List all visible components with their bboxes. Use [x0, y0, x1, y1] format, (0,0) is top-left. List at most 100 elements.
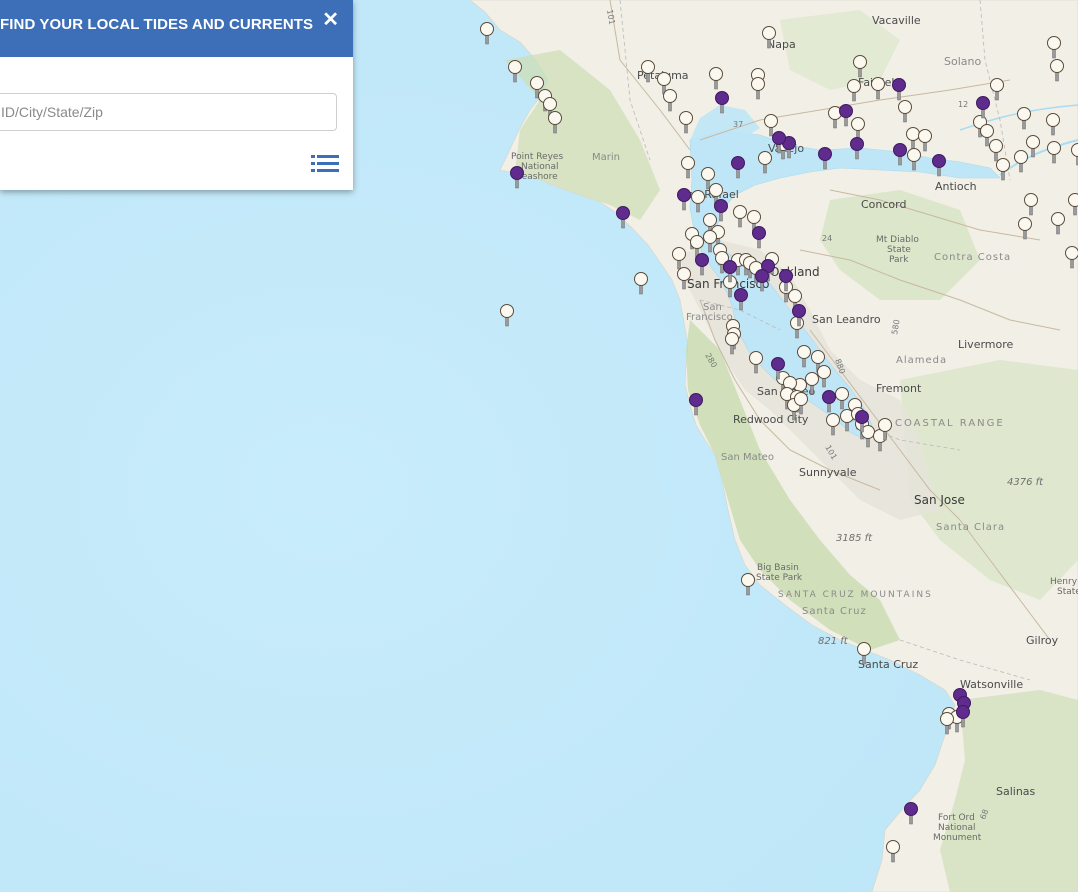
tide-station-marker-head: [709, 183, 723, 197]
list-icon-bullet: [311, 155, 315, 158]
current-station-marker-head: [731, 156, 745, 170]
tide-station-marker-head: [853, 55, 867, 69]
label-coastal-range: COASTAL RANGE: [895, 418, 1005, 429]
tide-station-marker-head: [1017, 107, 1031, 121]
tide-station-marker-head: [826, 413, 840, 427]
tide-station-marker-head: [543, 97, 557, 111]
tide-station-marker-head: [634, 272, 648, 286]
tide-station-marker-head: [677, 267, 691, 281]
tide-station-marker-head: [1014, 150, 1028, 164]
label-point-reyes-2: National: [521, 162, 559, 172]
current-station-marker-head: [734, 288, 748, 302]
tide-station-marker-head: [1051, 212, 1065, 226]
tide-station-marker-head: [657, 72, 671, 86]
search-input[interactable]: [0, 93, 337, 131]
current-station-marker-head: [779, 269, 793, 283]
tide-station-marker-head: [1047, 141, 1061, 155]
panel-title: FIND YOUR LOCAL TIDES AND CURRENTS: [0, 16, 314, 33]
label-henry-2: State: [1057, 587, 1078, 597]
label-alameda: Alameda: [896, 355, 947, 366]
label-santa-cruz-city: Santa Cruz: [858, 658, 918, 671]
current-station-marker-head: [850, 137, 864, 151]
tide-station-marker-head: [1046, 113, 1060, 127]
current-station-marker-head: [695, 253, 709, 267]
tide-station-marker-head: [508, 60, 522, 74]
tide-station-marker-head: [691, 190, 705, 204]
label-elev-821: 821 ft: [818, 636, 849, 647]
label-point-reyes-1: Point Reyes: [511, 152, 563, 162]
label-marin: Marin: [592, 152, 620, 163]
close-icon[interactable]: ✕: [322, 8, 339, 32]
label-gilroy: Gilroy: [1026, 634, 1059, 647]
tide-station-marker-head: [790, 316, 804, 330]
label-san-jose: San Jose: [914, 493, 965, 507]
list-icon-bullet: [311, 169, 315, 172]
current-station-marker-head: [771, 357, 785, 371]
label-sunnyvale: Sunnyvale: [799, 466, 857, 479]
label-santa-cruz-county: Santa Cruz: [802, 606, 867, 617]
label-santa-clara: Santa Clara: [936, 522, 1005, 533]
tide-station-marker-head: [1026, 135, 1040, 149]
tide-station-marker-head: [847, 79, 861, 93]
current-station-marker-head: [892, 78, 906, 92]
label-redwood-city: Redwood City: [733, 413, 809, 426]
tide-station-marker-head: [679, 111, 693, 125]
label-fort-ord-1: Fort Ord: [938, 813, 975, 823]
current-station-marker-head: [839, 104, 853, 118]
label-sf-county-2: Francisco: [686, 312, 733, 323]
tide-station-marker-head: [907, 148, 921, 162]
tide-station-marker-head: [480, 22, 494, 36]
tide-station-marker-head: [703, 230, 717, 244]
current-station-marker-head: [976, 96, 990, 110]
label-hwy-37: 37: [733, 120, 743, 129]
current-station-marker-head: [714, 199, 728, 213]
tide-station-marker-head: [811, 350, 825, 364]
label-elev-4376: 4376 ft: [1007, 477, 1044, 488]
tide-station-marker-head: [548, 111, 562, 125]
tide-station-marker-head: [690, 235, 704, 249]
tide-station-marker-head: [898, 100, 912, 114]
label-salinas: Salinas: [996, 785, 1036, 798]
tide-station-marker-head: [871, 77, 885, 91]
tide-station-marker-head: [500, 304, 514, 318]
label-fort-ord-2: National: [938, 823, 976, 833]
label-watsonville: Watsonville: [960, 678, 1023, 691]
label-fremont: Fremont: [876, 382, 922, 395]
label-san-leandro: San Leandro: [812, 313, 881, 326]
tide-station-marker-head: [918, 129, 932, 143]
tide-station-marker-head: [788, 289, 802, 303]
tide-station-marker-head: [703, 213, 717, 227]
current-station-marker-head: [932, 154, 946, 168]
tide-station-marker-head: [878, 418, 892, 432]
tide-station-marker-head: [1050, 59, 1064, 73]
current-station-marker-head: [956, 705, 970, 719]
tide-station-marker-head: [747, 210, 761, 224]
label-mt-diablo-3: Park: [889, 255, 909, 265]
tide-station-marker-head: [663, 89, 677, 103]
label-santa-cruz-mtns: SANTA CRUZ MOUNTAINS: [778, 590, 933, 600]
tide-station-marker-head: [1018, 217, 1032, 231]
current-station-marker-head: [689, 393, 703, 407]
current-station-marker-head: [616, 206, 630, 220]
label-vacaville: Vacaville: [872, 14, 921, 27]
tide-station-marker-head: [989, 139, 1003, 153]
label-hwy-12: 12: [958, 100, 968, 109]
tide-station-marker-head: [797, 345, 811, 359]
current-station-marker-head: [822, 390, 836, 404]
current-station-marker-head: [792, 304, 806, 318]
tide-station-marker-head: [805, 372, 819, 386]
tide-station-marker-head: [980, 124, 994, 138]
tide-station-marker-head: [749, 351, 763, 365]
tide-station-marker-head: [817, 365, 831, 379]
label-san-mateo-county: San Mateo: [721, 452, 774, 463]
tide-station-marker-head: [758, 151, 772, 165]
list-icon-bullet: [311, 162, 315, 165]
tide-station-marker-head: [764, 114, 778, 128]
list-icon[interactable]: [311, 154, 339, 174]
list-icon-line: [317, 155, 339, 158]
label-fort-ord-3: Monument: [933, 833, 982, 843]
tide-station-marker-head: [906, 127, 920, 141]
label-concord: Concord: [861, 198, 906, 211]
tide-station-marker-head: [886, 840, 900, 854]
label-mt-diablo-1: Mt Diablo: [876, 235, 919, 245]
